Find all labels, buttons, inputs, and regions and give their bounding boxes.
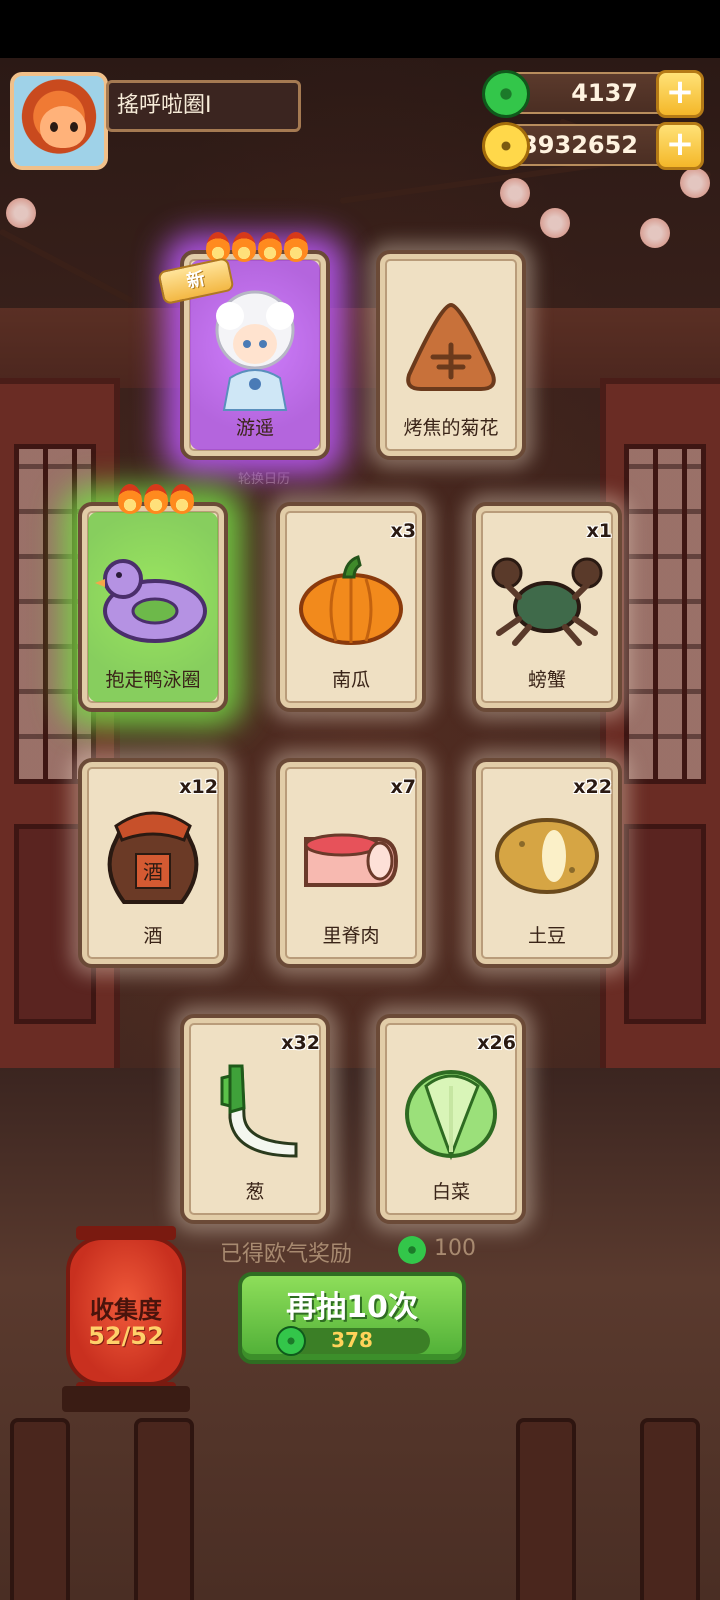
reward-card-youyao[interactable]: 新 游遥 <box>157 232 330 460</box>
item-quantity: x32 <box>281 1032 320 1054</box>
tenderloin-meat-icon <box>304 833 399 887</box>
card-label: 南瓜 <box>331 669 370 691</box>
card-label: 白菜 <box>431 1181 470 1203</box>
card-label: 抱走鸭泳圈 <box>105 669 201 691</box>
crab-icon <box>491 557 603 646</box>
card-label: 里脊肉 <box>322 925 380 947</box>
draw-cost: 378 <box>331 1328 373 1352</box>
draw-button-label: 再抽10次 <box>286 1290 418 1325</box>
add-coins-button[interactable]: + <box>656 122 704 170</box>
status-bar-area <box>0 0 720 58</box>
reward-card-potato[interactable]: x22 土豆 <box>472 758 622 968</box>
coin-icon <box>482 122 530 170</box>
reward-card-crab[interactable]: x1 螃蟹 <box>472 502 622 712</box>
wine-jar-icon: 酒 <box>107 811 199 904</box>
card-label: 螃蟹 <box>527 669 566 691</box>
reward-card-green-onion[interactable]: x32 葱 <box>180 1014 330 1224</box>
pumpkin-icon <box>299 554 403 645</box>
item-quantity: x26 <box>477 1032 516 1054</box>
avatar-face <box>40 106 86 148</box>
item-quantity: x12 <box>179 776 218 798</box>
left-door <box>0 378 120 1098</box>
blossom-flower <box>6 198 36 228</box>
reward-card-tenderloin[interactable]: x7 里脊肉 <box>276 758 426 968</box>
burnt-chrysanthemum-icon <box>406 302 496 391</box>
item-quantity: x1 <box>586 520 612 542</box>
player-avatar[interactable] <box>10 72 108 170</box>
add-jade-button[interactable]: + <box>656 70 704 118</box>
door-lattice <box>624 444 706 784</box>
reward-card-wine[interactable]: x12 酒 酒 <box>78 758 228 968</box>
jade-amount: 4137 <box>571 79 638 107</box>
door-panel <box>624 824 706 1024</box>
potato-icon <box>495 817 599 894</box>
jade-currency: 4137 + <box>482 70 704 118</box>
item-quantity: x22 <box>573 776 612 798</box>
wine-label-char: 酒 <box>143 860 163 884</box>
coin-currency: 13932652 + <box>482 122 704 170</box>
card-label: 游遥 <box>235 417 274 439</box>
card-label: 土豆 <box>527 925 566 947</box>
flame-icon <box>170 484 194 514</box>
jade-icon <box>482 70 530 118</box>
flame-icon <box>284 232 308 262</box>
blossom-branch <box>0 228 134 305</box>
fence-post <box>640 1418 700 1600</box>
luck-reward-label: 已得欧气奖励 <box>220 1242 353 1267</box>
green-onion-icon <box>220 1064 298 1158</box>
reward-card-duck-swim-ring[interactable]: 抱走鸭泳圈 <box>78 484 228 712</box>
flame-icon <box>118 484 142 514</box>
blossom-flower <box>500 178 530 208</box>
draw-again-button[interactable]: 再抽10次 378 <box>238 1272 466 1364</box>
blossom-flower <box>640 218 670 248</box>
lantern-stand <box>62 1386 190 1412</box>
item-quantity: x7 <box>390 776 416 798</box>
blossom-flower <box>540 208 570 238</box>
player-name: 搖呼啦圈I <box>106 80 301 132</box>
jade-icon <box>398 1236 426 1264</box>
flame-icon <box>258 232 282 262</box>
reward-card-burnt-chrysanthemum[interactable]: 烤焦的菊花 <box>376 250 526 460</box>
collection-progress-lantern[interactable]: 收集度 52/52 <box>66 1226 186 1396</box>
card-label: 酒 <box>143 925 163 947</box>
duck-swim-ring-icon <box>95 558 207 643</box>
luck-reward-value: 100 <box>434 1236 476 1261</box>
flame-icon <box>206 232 230 262</box>
collection-count: 52/52 <box>88 1322 164 1350</box>
white-haired-character-icon <box>215 290 295 411</box>
card-label: 葱 <box>245 1181 265 1203</box>
avatar-eye <box>50 122 58 132</box>
avatar-eye <box>70 122 78 132</box>
collection-title: 收集度 <box>90 1296 162 1324</box>
lantern-cap <box>76 1226 176 1240</box>
flame-icon <box>232 232 256 262</box>
reward-card-cabbage[interactable]: x26 白菜 <box>376 1014 526 1224</box>
flame-icon <box>144 484 168 514</box>
reward-card-pumpkin[interactable]: x3 南瓜 <box>276 502 426 712</box>
fence-post <box>10 1418 70 1600</box>
cabbage-icon <box>405 1069 497 1161</box>
right-door <box>600 378 720 1098</box>
fence-post <box>134 1418 194 1600</box>
item-quantity: x3 <box>390 520 416 542</box>
wall-beam <box>0 308 720 388</box>
rarity-flames <box>118 484 194 514</box>
fence-post <box>516 1418 576 1600</box>
blossom-flower <box>680 168 710 198</box>
background-sign-text: 轮换日历 <box>238 472 291 487</box>
card-label: 烤焦的菊花 <box>403 417 499 439</box>
